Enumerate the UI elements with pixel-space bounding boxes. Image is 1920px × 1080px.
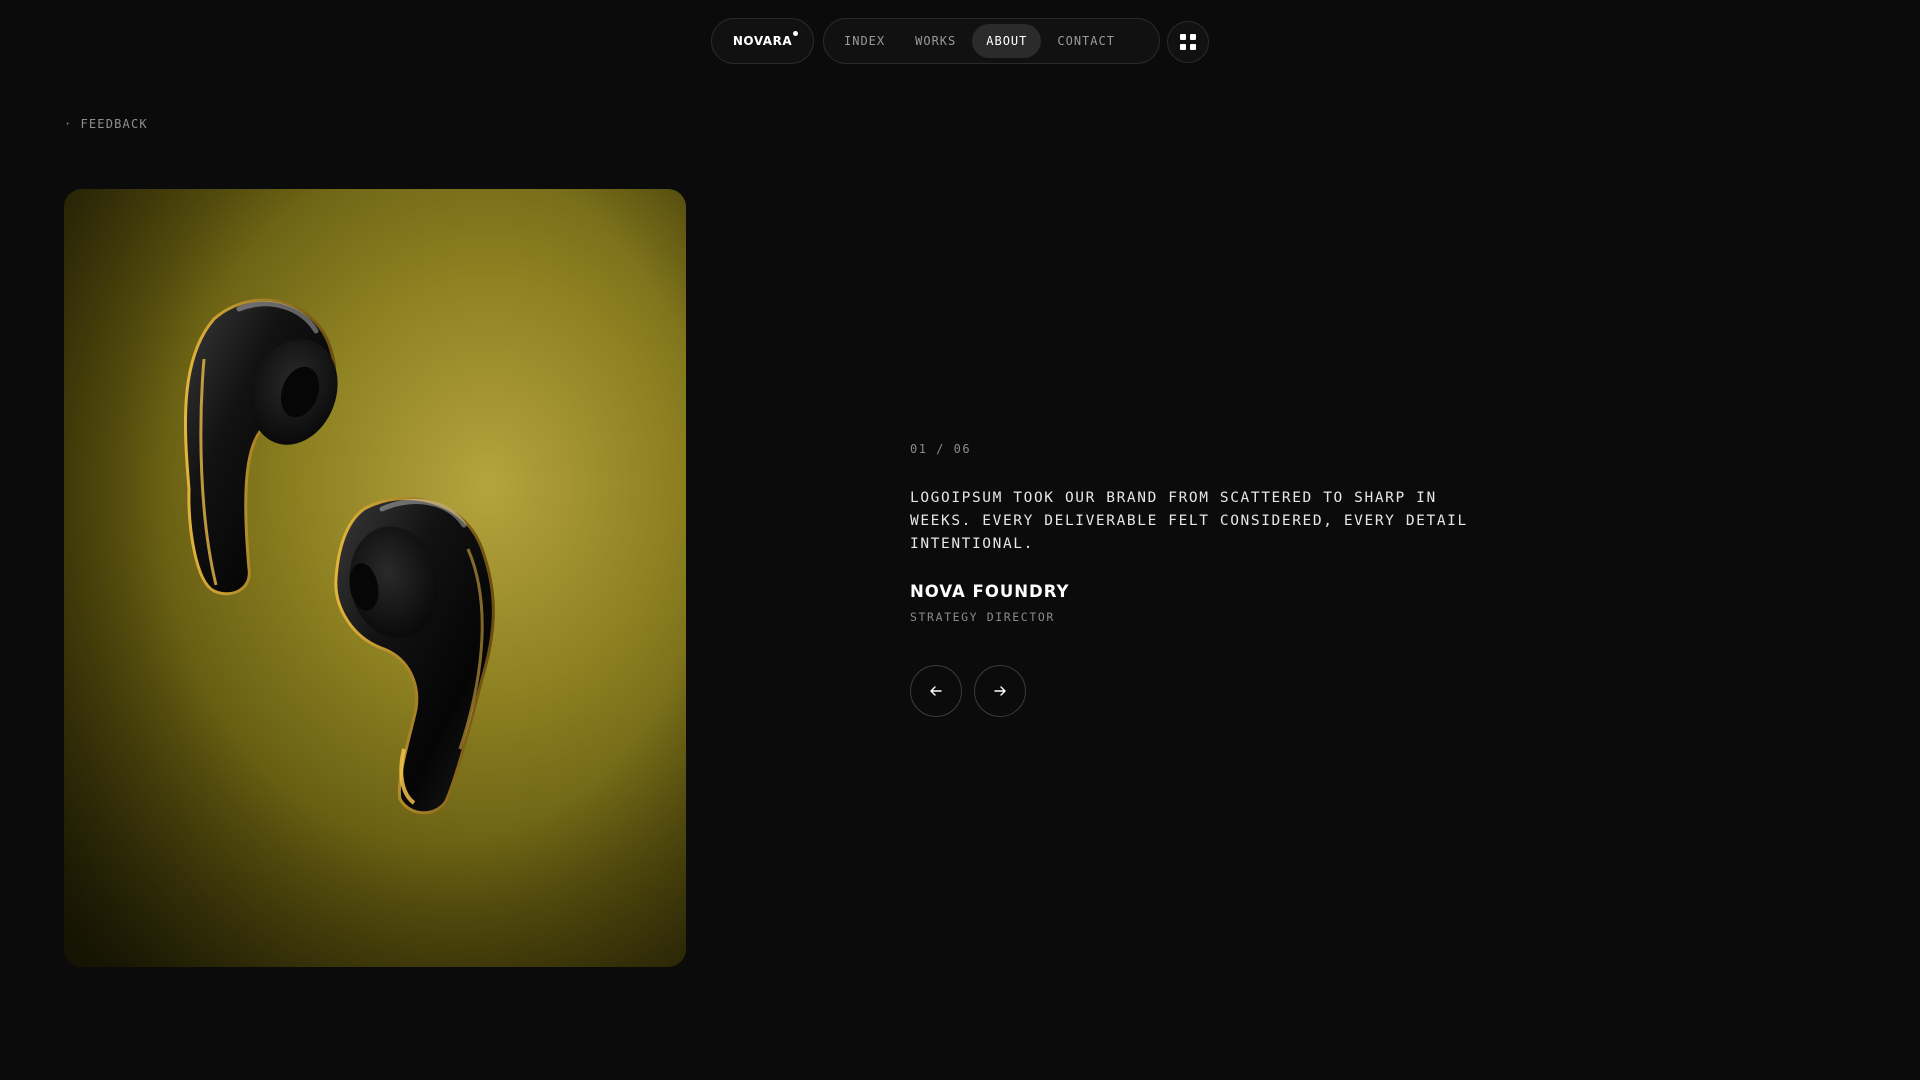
logo-pill[interactable]: NOVARA <box>711 18 814 64</box>
logo-dot <box>793 31 799 36</box>
arrow-left-icon <box>930 686 942 696</box>
nav-item-index[interactable]: INDEX <box>830 24 899 58</box>
author-role: STRATEGY DIRECTOR <box>910 610 1055 624</box>
author-name: NOVA FOUNDRY <box>910 582 1070 601</box>
prev-button[interactable] <box>910 665 962 717</box>
nav-item-about[interactable]: ABOUT <box>972 24 1042 58</box>
arrow-right-icon <box>994 686 1006 696</box>
section-label-text: FEEDBACK <box>80 117 148 131</box>
earbuds-illustration <box>64 189 686 967</box>
nav-item-contact[interactable]: CONTACT <box>1043 24 1129 58</box>
nav-item-works[interactable]: WORKS <box>901 24 970 58</box>
grid-icon <box>1180 34 1196 50</box>
menu-button[interactable] <box>1167 21 1209 63</box>
slide-counter: 01 / 06 <box>910 442 972 456</box>
logo-text: NOVARA <box>733 31 799 48</box>
section-label: · FEEDBACK <box>64 117 148 131</box>
product-image <box>64 189 686 967</box>
testimonial-quote: LOGOIPSUM TOOK OUR BRAND FROM SCATTERED … <box>910 490 1468 552</box>
next-button[interactable] <box>974 665 1026 717</box>
main-nav: INDEX WORKS ABOUT CONTACT <box>823 18 1160 64</box>
section-bullet: · <box>64 117 73 131</box>
